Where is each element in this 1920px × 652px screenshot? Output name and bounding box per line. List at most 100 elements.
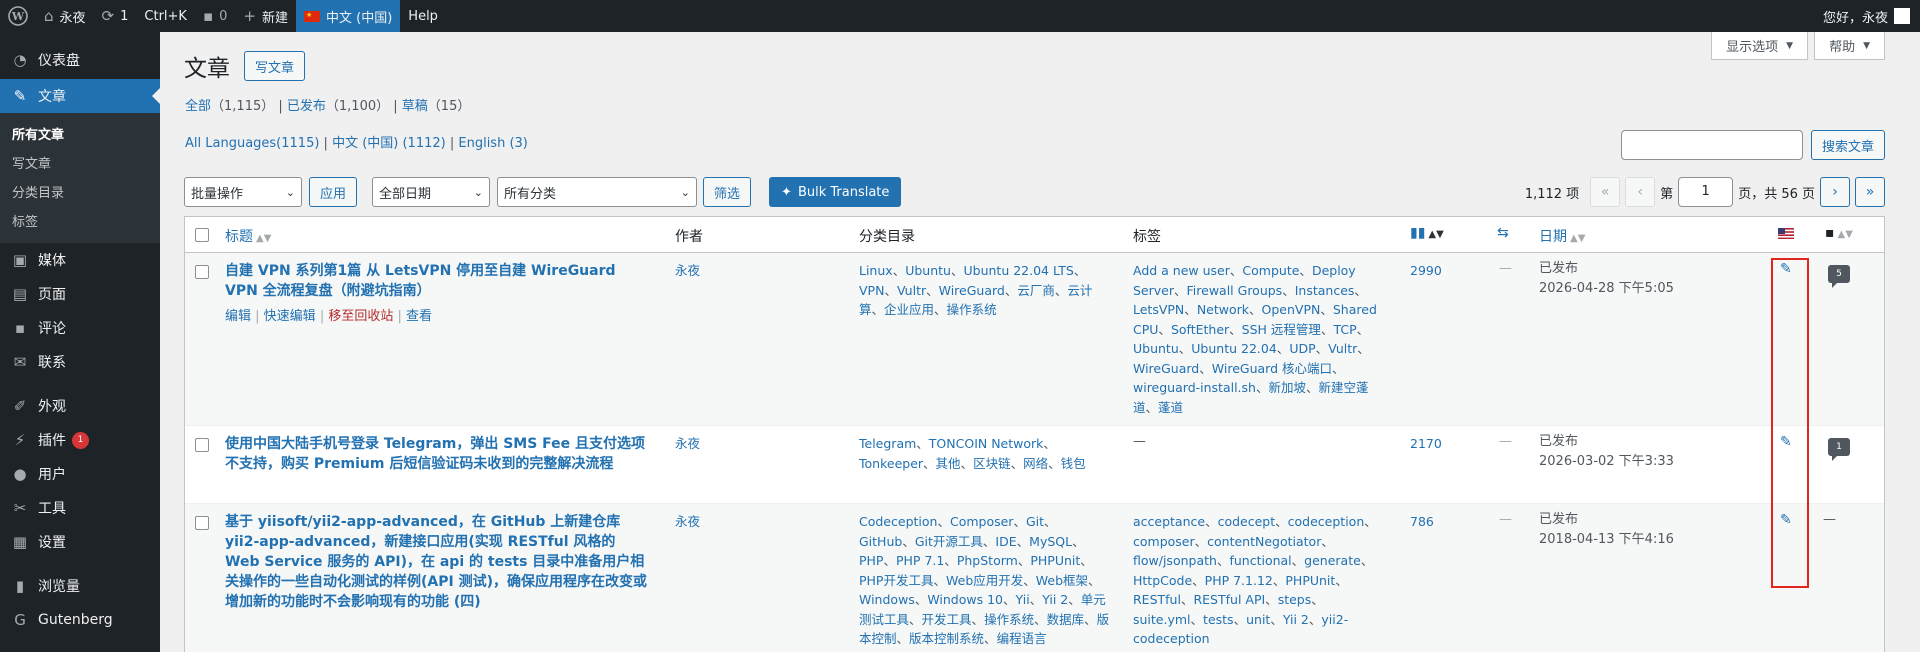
term-link[interactable]: codeception [1288,514,1365,529]
term-link[interactable]: Compute [1242,263,1299,278]
term-link[interactable]: Codeception [859,514,937,529]
filter-button[interactable]: 筛选 [703,177,752,207]
current-page-input[interactable]: 1 [1678,177,1734,207]
term-link[interactable]: Instances [1295,283,1355,298]
term-link[interactable]: generate [1304,553,1361,568]
term-link[interactable]: Web应用开发 [946,573,1023,588]
menu-pages[interactable]: ▤ 页面 [0,277,160,311]
view-all-link[interactable]: 全部（1,115） [185,99,274,114]
row-checkbox[interactable] [195,265,209,279]
term-link[interactable]: Add a new user [1133,263,1230,278]
term-link[interactable]: PHP开发工具 [859,573,933,588]
updates-link[interactable]: ⟳ 1 [94,0,137,32]
view-drafts-link[interactable]: 草稿（15） [402,99,471,114]
term-link[interactable]: composer [1133,534,1195,549]
edit-link[interactable]: 编辑 [225,309,251,324]
apply-button[interactable]: 应用 [309,177,358,207]
view-published-link[interactable]: 已发布（1,100） [287,99,389,114]
wordpress-logo-icon[interactable]: W [0,0,36,32]
comment-count-bubble[interactable]: 5 [1828,265,1850,288]
term-link[interactable]: WireGuard [939,283,1005,298]
post-title-link[interactable]: 自建 VPN 系列第1篇 从 LetsVPN 停用至自建 WireGuard V… [225,263,616,299]
term-link[interactable]: Yii [1016,592,1030,607]
term-link[interactable]: PHP 7.1.12 [1205,573,1273,588]
term-link[interactable]: WireGuard 核心端口 [1212,361,1332,376]
help-tab-button[interactable]: 帮助 ▼ [1814,32,1885,60]
next-page-button[interactable]: › [1820,177,1850,207]
term-link[interactable]: PHP [859,553,883,568]
prev-page-button[interactable]: ‹ [1625,177,1656,207]
term-link[interactable]: 操作系统 [984,612,1034,627]
term-link[interactable]: Git [1026,514,1044,529]
last-page-button[interactable]: » [1855,177,1885,207]
term-link[interactable]: contentNegotiator [1207,534,1321,549]
post-title-link[interactable]: 基于 yiisoft/yii2-app-advanced，在 GitHub 上新… [225,514,647,610]
term-link[interactable]: 版本控制系统 [909,631,984,646]
term-link[interactable]: Yii 2 [1042,592,1068,607]
new-content-link[interactable]: + 新建 [235,0,296,32]
term-link[interactable]: SoftEther [1171,322,1229,337]
submenu-all-posts[interactable]: 所有文章 [0,119,160,148]
menu-appearance[interactable]: ✐ 外观 [0,389,160,423]
comment-count-bubble[interactable]: 1 [1828,438,1850,461]
term-link[interactable]: Ubuntu 22.04 LTS [963,263,1073,278]
column-title-header[interactable]: 标题 ▲▼ [225,226,271,246]
search-posts-button[interactable]: 搜索文章 [1810,130,1885,160]
term-link[interactable]: Ubuntu [905,263,951,278]
term-link[interactable]: UDP [1289,341,1315,356]
term-link[interactable]: PhpStorm [957,553,1018,568]
lang-en-link[interactable]: English (3) [458,136,528,151]
column-date-header[interactable]: 日期 ▲▼ [1539,226,1585,246]
menu-tools[interactable]: ✂ 工具 [0,491,160,525]
term-link[interactable]: suite.yml [1133,612,1191,627]
help-link[interactable]: Help [400,0,446,32]
site-name-link[interactable]: ⌂ 永夜 [36,0,94,32]
submenu-tags[interactable]: 标签 [0,206,160,235]
term-link[interactable]: PHP 7.1 [896,553,944,568]
term-link[interactable]: SSH 远程管理 [1242,322,1321,337]
quick-edit-link[interactable]: 快速编辑 [264,309,316,324]
term-link[interactable]: Web框架 [1036,573,1088,588]
term-link[interactable]: 蓬道 [1158,400,1183,415]
menu-media[interactable]: ▣ 媒体 [0,243,160,277]
term-link[interactable]: LetsVPN [1133,302,1184,317]
term-link[interactable]: Composer [950,514,1013,529]
screen-options-button[interactable]: 显示选项 ▼ [1711,32,1809,60]
submenu-new-post[interactable]: 写文章 [0,148,160,177]
term-link[interactable]: Telegram [859,436,916,451]
term-link[interactable]: TCP [1333,322,1356,337]
term-link[interactable]: Ubuntu 22.04 [1191,341,1277,356]
category-filter-select[interactable]: 所有分类 ⌄ [497,177,698,207]
comments-link[interactable]: ▪ 0 [195,0,235,32]
menu-comments[interactable]: ▪ 评论 [0,311,160,345]
menu-views[interactable]: ▮ 浏览量 [0,569,160,603]
term-link[interactable]: Git开源工具 [915,534,983,549]
my-account-link[interactable]: 您好，永夜 [1815,0,1888,32]
author-link[interactable]: 永夜 [675,434,700,454]
post-title-link[interactable]: 使用中国大陆手机号登录 Telegram，弹出 SMS Fee 且支付选项不支持… [225,436,645,472]
lang-zh-link[interactable]: 中文 (中国) (1112) [332,136,446,151]
term-link[interactable]: 编程语言 [997,631,1047,646]
term-link[interactable]: unit [1246,612,1270,627]
term-link[interactable]: functional [1229,553,1291,568]
term-link[interactable]: 企业应用 [884,302,934,317]
term-link[interactable]: HttpCode [1133,573,1192,588]
term-link[interactable]: Firewall Groups [1187,283,1283,298]
term-link[interactable]: 网络 [1023,456,1048,471]
term-link[interactable]: codecept [1218,514,1276,529]
date-filter-select[interactable]: 全部日期 ⌄ [372,177,491,207]
command-palette-shortcut[interactable]: Ctrl+K [136,0,195,32]
term-link[interactable]: acceptance [1133,514,1205,529]
term-link[interactable]: Windows 10 [927,592,1003,607]
author-link[interactable]: 永夜 [675,261,700,281]
term-link[interactable]: PHPUnit [1030,553,1080,568]
term-link[interactable]: PHPUnit [1285,573,1335,588]
term-link[interactable]: MySQL [1029,534,1072,549]
term-link[interactable]: wireguard-install.sh [1133,380,1256,395]
term-link[interactable]: Ubuntu [1133,341,1179,356]
term-link[interactable]: Linux [859,263,893,278]
first-page-button[interactable]: « [1590,177,1621,207]
term-link[interactable]: VPN [859,283,884,298]
term-link[interactable]: RESTful [1133,592,1181,607]
term-link[interactable]: Tonkeeper [859,456,923,471]
